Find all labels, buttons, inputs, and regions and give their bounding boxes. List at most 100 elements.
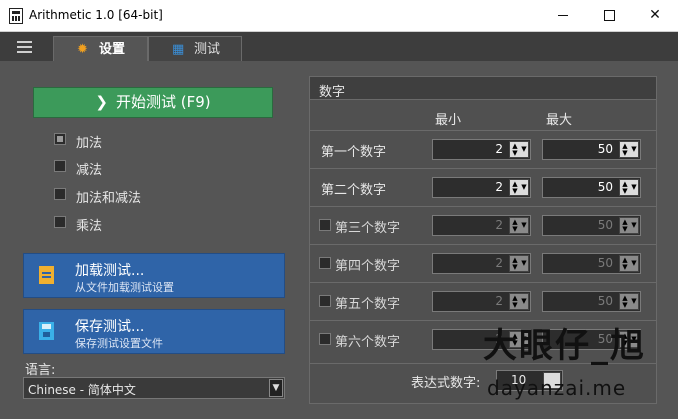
save-test-title: 保存测试...	[75, 319, 145, 335]
start-test-button[interactable]: ❯ 开始测试 (F9)	[33, 87, 273, 118]
max-value: 50	[597, 256, 613, 270]
spin-buttons[interactable]: ▲ ▼ ▼	[509, 141, 529, 158]
checkbox-box[interactable]	[54, 188, 66, 200]
close-icon: ✕	[649, 7, 661, 23]
save-test-subtitle: 保存测试设置文件	[75, 337, 163, 350]
number-row-5: 第五个数字 2 ▲ ▼ ▼ 50 ▲ ▼ ▼	[310, 282, 656, 320]
tab-bar: ✹ 设置 ▦ 测试	[0, 32, 678, 61]
load-test-title: 加载测试...	[75, 263, 145, 279]
checkbox-box[interactable]	[54, 160, 66, 172]
checkbox-label: 减法	[76, 163, 103, 178]
enable-checkbox[interactable]	[319, 295, 331, 307]
min-value: 2	[495, 218, 503, 232]
min-value: 2	[495, 294, 503, 308]
language-dropdown[interactable]: Chinese - 简体中文 ▼	[23, 377, 285, 399]
chevron-right-icon: ❯	[95, 93, 108, 111]
min-spinbox[interactable]: 2 ▲ ▼ ▼	[432, 291, 531, 312]
checkbox-label: 加法和减法	[76, 191, 142, 206]
checkbox-label: 乘法	[76, 219, 103, 234]
maximize-button[interactable]	[586, 0, 632, 31]
max-spinbox[interactable]: 50 ▲ ▼ ▼	[542, 177, 641, 198]
enable-checkbox[interactable]	[319, 333, 331, 345]
number-row-label: 第四个数字	[335, 259, 401, 274]
spin-buttons[interactable]: ▲ ▼ ▼	[619, 217, 639, 234]
min-spinbox[interactable]: 2 ▲ ▼ ▼	[432, 215, 531, 236]
max-spinbox[interactable]: 50 ▲ ▼ ▼	[542, 329, 641, 350]
minimize-button[interactable]	[540, 0, 586, 31]
min-value: 2	[495, 332, 503, 346]
spin-buttons[interactable]: ▲ ▼ ▼	[509, 255, 529, 272]
tab-settings[interactable]: ✹ 设置	[53, 36, 148, 61]
load-test-subtitle: 从文件加载测试设置	[75, 281, 174, 294]
spin-buttons[interactable]: ▲ ▼ ▼	[619, 141, 639, 158]
spin-buttons[interactable]: ▲ ▼ ▼	[619, 331, 639, 348]
spin-buttons[interactable]: ▲ ▼ ▼	[509, 293, 529, 310]
column-header-max: 最大	[546, 113, 573, 128]
min-spinbox[interactable]: 2 ▲ ▼ ▼	[432, 253, 531, 274]
min-spinbox[interactable]: 2 ▲ ▼ ▼	[432, 177, 531, 198]
enable-checkbox[interactable]	[319, 219, 331, 231]
title-bar: Arithmetic 1.0 [64-bit] ✕	[0, 0, 678, 32]
max-spinbox[interactable]: 50 ▲ ▼ ▼	[542, 253, 641, 274]
calculator-app-icon	[9, 8, 23, 24]
number-row-label: 第五个数字	[335, 297, 401, 312]
max-value: 50	[597, 294, 613, 308]
calculator-icon: ▦	[172, 42, 185, 57]
expression-label: 表达式数字:	[411, 376, 481, 391]
chevron-down-icon[interactable]: ▼	[269, 379, 283, 397]
min-value: 2	[495, 256, 503, 270]
language-value: Chinese - 简体中文	[28, 383, 136, 397]
expression-value: 10	[511, 373, 527, 387]
load-test-button[interactable]: 加载测试... 从文件加载测试设置	[23, 253, 285, 298]
number-row-2: 第二个数字 2 ▲ ▼ ▼ 50 ▲ ▼ ▼	[310, 168, 656, 206]
spin-buttons[interactable]: ▲ ▼ ▼	[619, 255, 639, 272]
spin-buttons[interactable]	[543, 372, 561, 389]
number-row-4: 第四个数字 2 ▲ ▼ ▼ 50 ▲ ▼ ▼	[310, 244, 656, 282]
start-test-label: 开始测试 (F9)	[115, 93, 211, 111]
max-value: 50	[597, 218, 613, 232]
number-row-label: 第一个数字	[321, 145, 387, 160]
spin-buttons[interactable]: ▲ ▼ ▼	[509, 179, 529, 196]
min-spinbox[interactable]: 2 ▲ ▼ ▼	[432, 329, 531, 350]
number-row-label: 第六个数字	[335, 335, 401, 350]
document-icon	[39, 266, 54, 284]
maximize-icon	[603, 9, 615, 21]
number-row-1: 第一个数字 2 ▲ ▼ ▼ 50 ▲ ▼ ▼	[310, 130, 656, 168]
close-button[interactable]: ✕	[632, 0, 678, 31]
numbers-panel-header: 数字	[310, 77, 656, 100]
gear-icon: ✹	[77, 42, 88, 57]
min-spinbox[interactable]: 2 ▲ ▼ ▼	[432, 139, 531, 160]
minimize-icon	[558, 14, 568, 16]
spin-buttons[interactable]: ▲ ▼ ▼	[509, 217, 529, 234]
tab-test-label: 测试	[194, 42, 221, 57]
max-spinbox[interactable]: 50 ▲ ▼ ▼	[542, 139, 641, 160]
tab-test[interactable]: ▦ 测试	[148, 36, 242, 61]
max-spinbox[interactable]: 50 ▲ ▼ ▼	[542, 291, 641, 312]
spin-buttons[interactable]: ▲ ▼ ▼	[619, 179, 639, 196]
enable-checkbox[interactable]	[319, 257, 331, 269]
checkbox-box[interactable]	[54, 216, 66, 228]
checkbox-label: 加法	[76, 136, 103, 151]
number-row-label: 第三个数字	[335, 221, 401, 236]
numbers-panel-title: 数字	[319, 85, 346, 100]
max-value: 50	[597, 180, 613, 194]
expression-row: 表达式数字: 10	[310, 363, 656, 401]
number-row-label: 第二个数字	[321, 183, 387, 198]
save-test-button[interactable]: 保存测试... 保存测试设置文件	[23, 309, 285, 354]
spin-buttons[interactable]: ▲ ▼ ▼	[619, 293, 639, 310]
spin-buttons[interactable]: ▲ ▼ ▼	[509, 331, 529, 348]
max-value: 50	[597, 142, 613, 156]
max-value: 50	[597, 332, 613, 346]
language-label: 语言:	[25, 363, 56, 378]
expression-spinbox[interactable]: 10	[496, 370, 563, 391]
max-spinbox[interactable]: 50 ▲ ▼ ▼	[542, 215, 641, 236]
tab-settings-label: 设置	[99, 42, 126, 57]
checkbox-box[interactable]	[54, 133, 66, 145]
floppy-disk-icon	[39, 322, 54, 340]
min-value: 2	[495, 180, 503, 194]
number-row-6: 第六个数字 2 ▲ ▼ ▼ 50 ▲ ▼ ▼	[310, 320, 656, 358]
number-row-3: 第三个数字 2 ▲ ▼ ▼ 50 ▲ ▼ ▼	[310, 206, 656, 244]
hamburger-menu-icon[interactable]	[17, 41, 32, 53]
min-value: 2	[495, 142, 503, 156]
window-title: Arithmetic 1.0 [64-bit]	[29, 8, 163, 22]
